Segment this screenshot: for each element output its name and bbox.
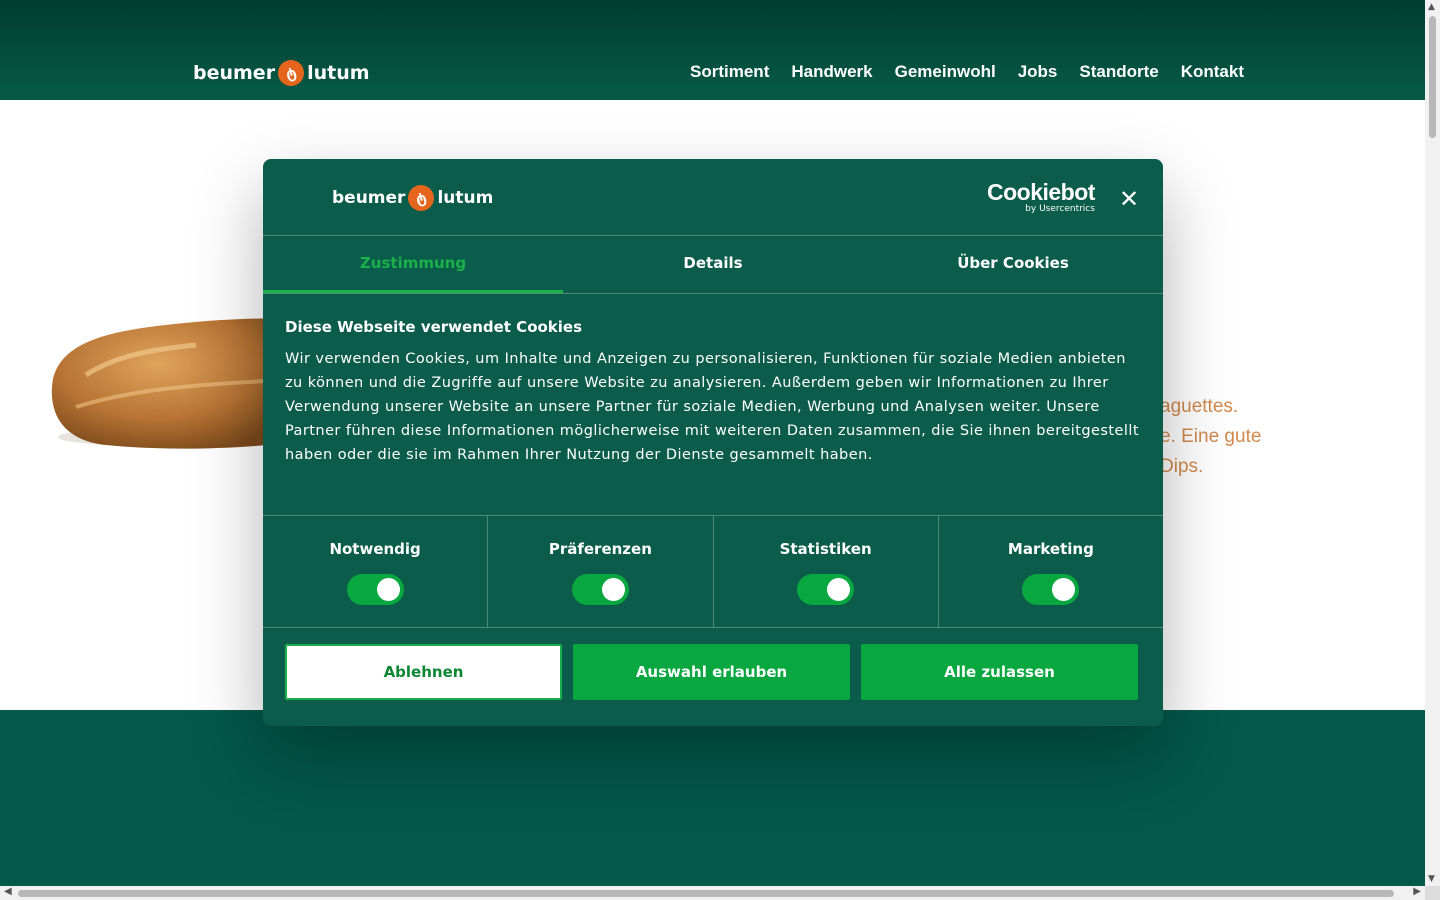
- scroll-down-arrow-icon[interactable]: ▼: [1428, 874, 1435, 884]
- dialog-buttons: Ablehnen Auswahl erlauben Alle zulassen: [263, 628, 1163, 700]
- allow-selection-button[interactable]: Auswahl erlauben: [573, 644, 850, 700]
- toggle-praeferenzen-switch[interactable]: [571, 574, 629, 605]
- toggle-marketing-switch[interactable]: [1022, 574, 1080, 605]
- dialog-description: Wir verwenden Cookies, um Inhalte und An…: [285, 351, 1139, 463]
- nav-item-sortiment[interactable]: Sortiment: [690, 62, 769, 82]
- switch-knob: [601, 578, 625, 601]
- footer-band: [0, 710, 1425, 886]
- dialog-logo: beumer ტ lutum: [332, 182, 494, 214]
- logo-right-text: lutum: [437, 188, 494, 208]
- toggle-cell-praeferenzen: Präferenzen: [488, 516, 714, 627]
- tab-details[interactable]: Details: [563, 236, 863, 293]
- horizontal-scroll-thumb[interactable]: [18, 890, 1394, 897]
- allow-all-button[interactable]: Alle zulassen: [861, 644, 1138, 700]
- logo-left-text: beumer: [193, 62, 276, 84]
- toggle-notwendig-switch[interactable]: [346, 574, 404, 605]
- site-header: beumer ტ lutum Sortiment Handwerk Gemein…: [0, 0, 1425, 100]
- toggle-label: Präferenzen: [548, 540, 652, 558]
- logo-mark-icon: ტ: [405, 182, 438, 214]
- vertical-scroll-thumb[interactable]: [1429, 16, 1436, 138]
- cookiebot-sub: by Usercentrics: [1025, 204, 1095, 214]
- background-text: aguettes. e. Eine gute Dips.: [1160, 392, 1420, 482]
- logo-left-text: beumer: [332, 188, 406, 208]
- switch-knob: [1052, 578, 1076, 601]
- toggle-label: Statistiken: [779, 540, 872, 558]
- nav-item-gemeinwohl[interactable]: Gemeinwohl: [895, 62, 996, 82]
- background-text-line: Dips.: [1160, 456, 1204, 477]
- site-logo[interactable]: beumer ტ lutum: [193, 57, 370, 89]
- scroll-up-arrow-icon[interactable]: ▲: [1428, 2, 1435, 12]
- dialog-header: beumer ტ lutum Cookiebot by Usercentrics…: [263, 159, 1163, 236]
- cookie-consent-dialog: beumer ტ lutum Cookiebot by Usercentrics…: [263, 159, 1163, 726]
- scroll-left-arrow-icon[interactable]: ◀: [4, 886, 12, 897]
- nav-item-jobs[interactable]: Jobs: [1018, 62, 1058, 82]
- background-text-line: aguettes.: [1160, 396, 1239, 417]
- vertical-scrollbar[interactable]: ▲ ▼: [1425, 0, 1440, 886]
- nav-item-kontakt[interactable]: Kontakt: [1181, 62, 1244, 82]
- scrollbar-corner: [1425, 886, 1440, 900]
- scroll-right-arrow-icon[interactable]: ▶: [1413, 886, 1421, 897]
- tab-ueber-cookies[interactable]: Über Cookies: [863, 236, 1163, 293]
- switch-knob: [827, 578, 851, 601]
- tab-zustimmung[interactable]: Zustimmung: [263, 236, 563, 293]
- horizontal-scrollbar[interactable]: ◀ ▶: [0, 886, 1425, 900]
- bread-image: [51, 318, 286, 449]
- dialog-tabs: Zustimmung Details Über Cookies: [263, 236, 1163, 294]
- cookiebot-logo[interactable]: Cookiebot by Usercentrics: [987, 181, 1095, 214]
- cookiebot-brand: Cookiebot: [987, 179, 1095, 205]
- background-text-line: e. Eine gute: [1160, 426, 1262, 447]
- toggle-label: Marketing: [1007, 540, 1094, 558]
- decline-button[interactable]: Ablehnen: [285, 644, 562, 700]
- toggle-cell-statistiken: Statistiken: [714, 516, 939, 627]
- nav-item-handwerk[interactable]: Handwerk: [791, 62, 872, 82]
- toggle-label: Notwendig: [329, 540, 421, 558]
- logo-right-text: lutum: [307, 62, 370, 84]
- toggle-statistiken-switch[interactable]: [797, 574, 855, 605]
- toggle-cell-marketing: Marketing: [939, 516, 1163, 627]
- close-icon[interactable]: ✕: [1119, 185, 1139, 213]
- main-nav: Sortiment Handwerk Gemeinwohl Jobs Stand…: [690, 62, 1244, 82]
- nav-item-standorte[interactable]: Standorte: [1079, 62, 1158, 82]
- switch-knob: [376, 578, 400, 601]
- consent-toggles: Notwendig Präferenzen Statistiken Market…: [263, 516, 1163, 628]
- dialog-body: Diese Webseite verwendet Cookies Wir ver…: [263, 294, 1163, 516]
- dialog-title: Diese Webseite verwendet Cookies: [285, 318, 583, 336]
- toggle-cell-notwendig: Notwendig: [263, 516, 489, 627]
- logo-mark-icon: ტ: [275, 57, 307, 89]
